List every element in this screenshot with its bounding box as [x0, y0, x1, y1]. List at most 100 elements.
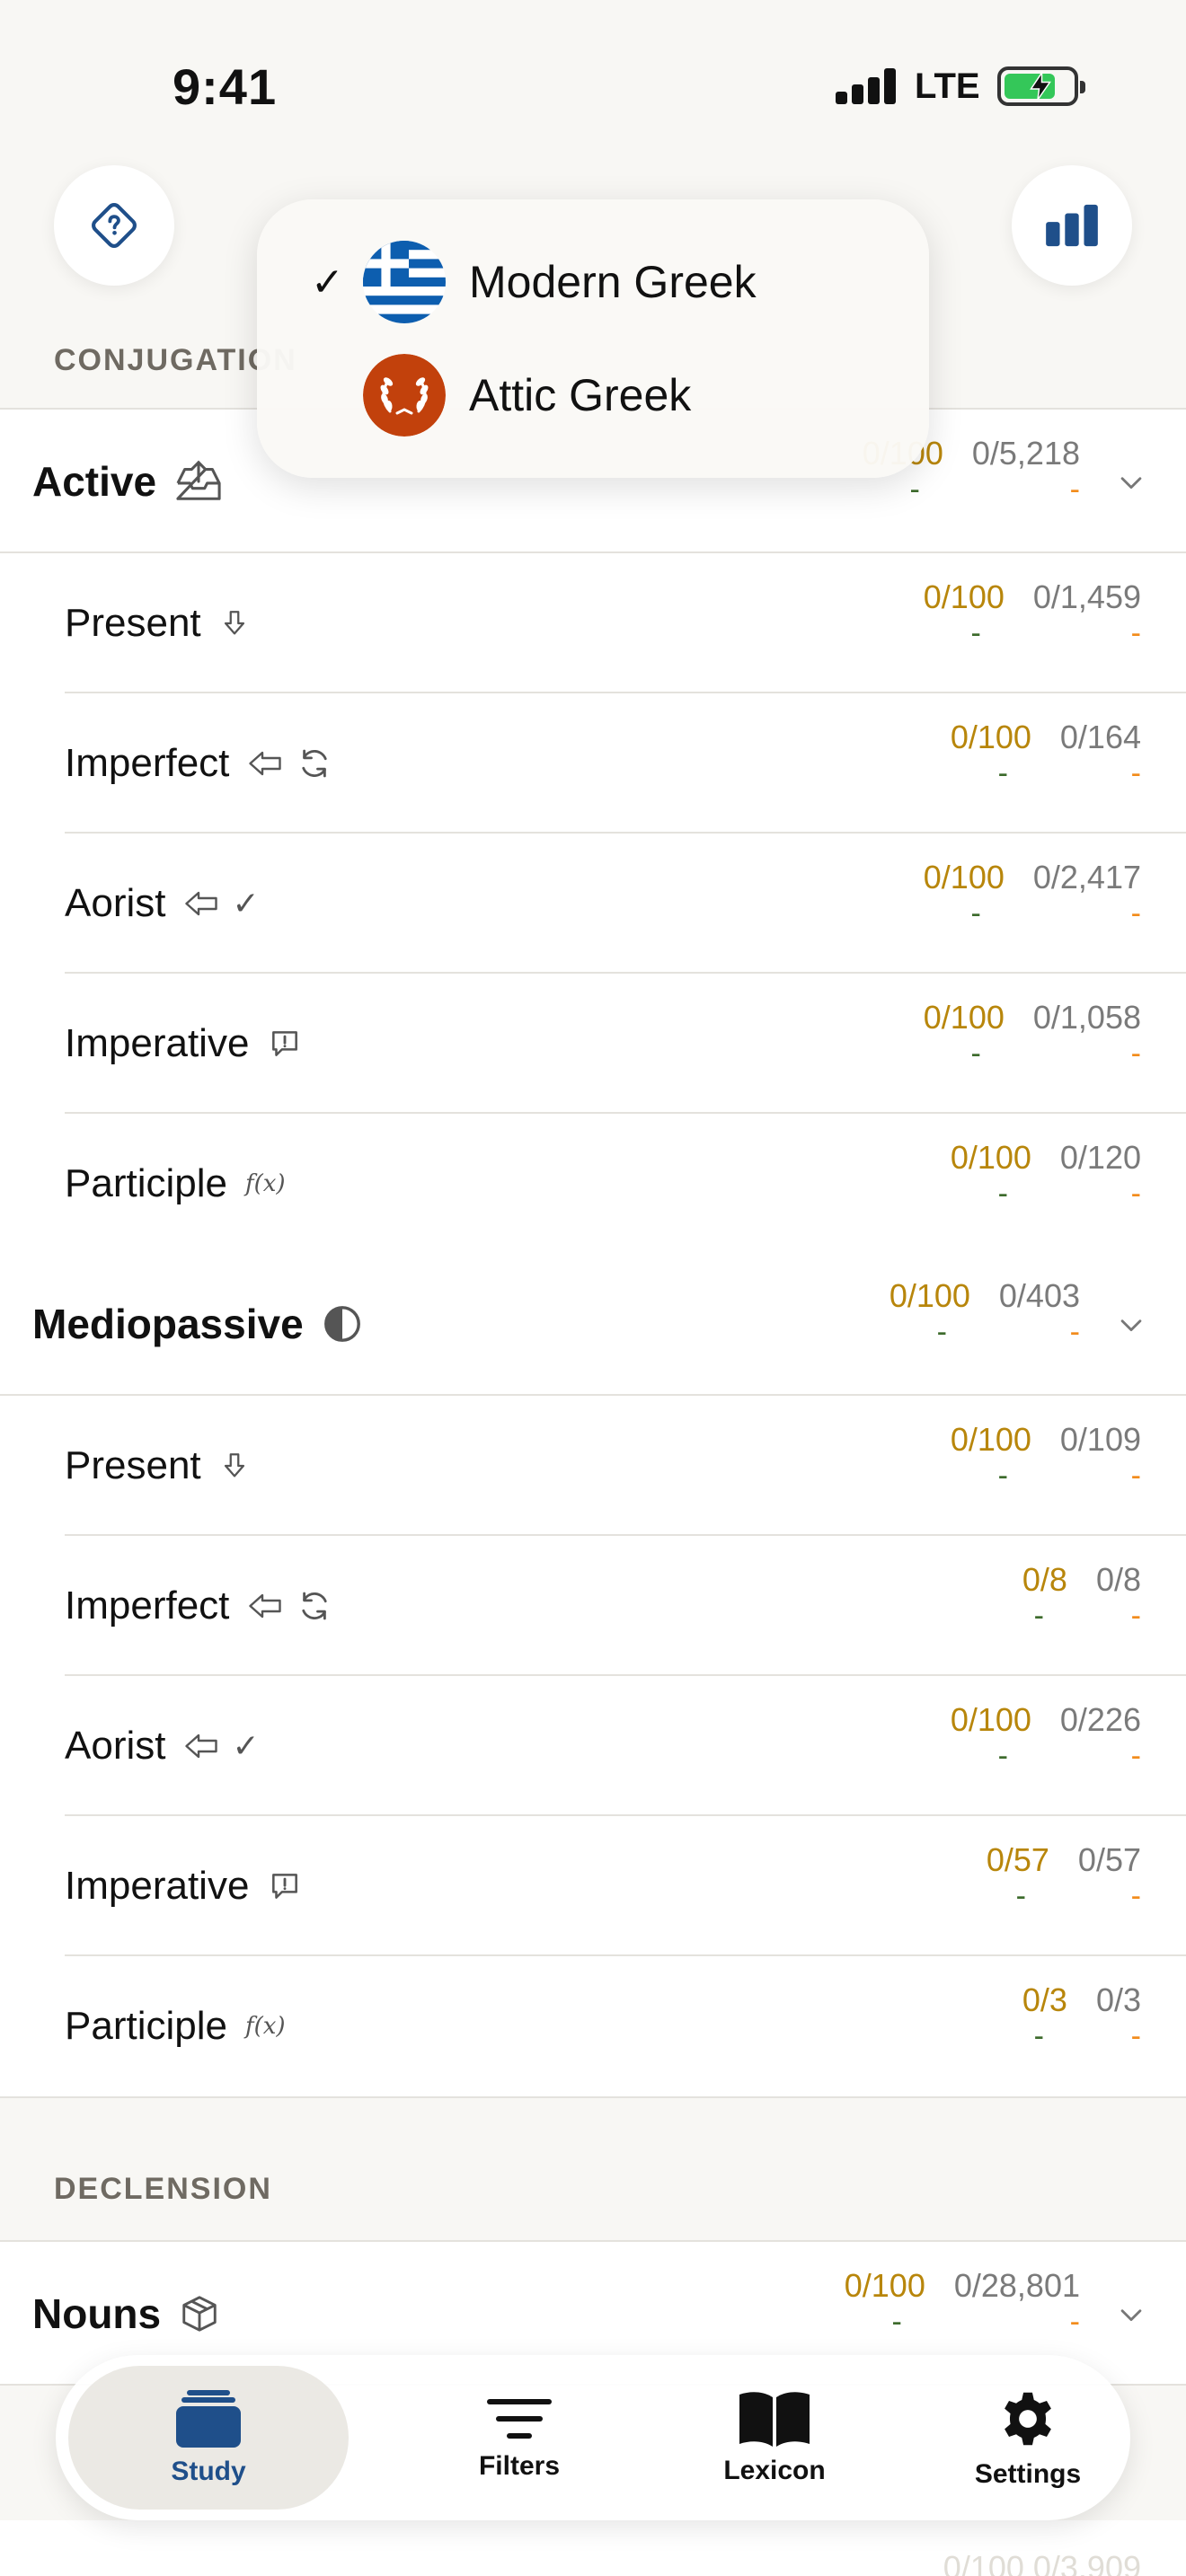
open-book-icon	[739, 2392, 810, 2447]
list-item[interactable]: Present 0/100- 0/109-	[0, 1396, 1186, 1536]
cellular-signal-icon	[836, 68, 898, 104]
tab-study[interactable]: Study	[68, 2366, 349, 2510]
group-label: Active	[32, 458, 157, 505]
list-item[interactable]: Imperfect 0/100- 0/164-	[0, 693, 1186, 834]
status-time: 9:41	[173, 58, 278, 115]
list-item[interactable]: Imperfect 0/8- 0/8-	[0, 1536, 1186, 1676]
row-label: Participle	[65, 1161, 227, 1205]
tab-settings[interactable]: Settings	[893, 2355, 1163, 2520]
stat-total: 0/1,058	[1032, 999, 1141, 1036]
bar-chart-icon	[1046, 204, 1098, 247]
stat-completed: 0/100	[950, 719, 1031, 755]
tab-label: Lexicon	[723, 2456, 826, 2485]
stat-dash: -	[970, 1037, 981, 1071]
stat-total: 0/120	[1059, 1139, 1141, 1176]
stat-total: 0/226	[1059, 1701, 1141, 1738]
row-label: Aorist	[65, 1724, 166, 1768]
arrow-left-icon	[183, 1733, 219, 1760]
list-item[interactable]: Imperative 0/57- 0/57-	[0, 1816, 1186, 1956]
stat-completed: 0/100	[844, 2267, 925, 2304]
stat-total: 0/8	[1095, 1561, 1141, 1598]
half-circle-icon	[322, 1303, 363, 1345]
row-label: Imperfect	[65, 741, 230, 785]
row-label: Imperative	[65, 1021, 250, 1065]
menu-item-modern-greek[interactable]: ✓ Modern Greek	[257, 228, 929, 336]
arrow-down-icon	[219, 1450, 250, 1482]
stat-dash: -	[936, 1315, 947, 1349]
battery-charging-icon	[997, 66, 1085, 106]
stat-dash: -	[1130, 896, 1141, 931]
stat-dash: -	[970, 616, 981, 650]
chevron-down-icon[interactable]	[1116, 467, 1146, 498]
stat-total: 0/2,417	[1032, 859, 1141, 895]
status-bar: 9:41 LTE	[0, 0, 1186, 171]
tab-lexicon[interactable]: Lexicon	[640, 2355, 909, 2520]
stat-dash: -	[1069, 1315, 1080, 1349]
stat-total: 0/3	[1095, 1981, 1141, 2018]
list-item[interactable]: Participle f(x) 0/3- 0/3-	[0, 1956, 1186, 2096]
network-type: LTE	[915, 66, 980, 106]
stat-total: 0/57	[1077, 1841, 1141, 1878]
stat-total: 0/109	[1059, 1421, 1141, 1458]
stat-dash: -	[1130, 756, 1141, 790]
row-label: Aorist	[65, 881, 166, 925]
stat-dash: -	[1069, 2305, 1080, 2339]
row-label: Imperfect	[65, 1584, 230, 1628]
stat-dash: -	[1130, 1599, 1141, 1633]
group-label: Nouns	[32, 2290, 162, 2337]
stat-dash: -	[1130, 616, 1141, 650]
stat-dash: -	[1033, 2019, 1044, 2053]
menu-item-label: Attic Greek	[469, 370, 692, 420]
function-icon: f(x)	[244, 1170, 286, 1197]
gear-icon	[1005, 2392, 1051, 2446]
tab-filters[interactable]: Filters	[385, 2355, 654, 2520]
stat-dash: -	[1015, 1879, 1026, 1913]
stat-dash: -	[970, 896, 981, 931]
row-label: Present	[65, 601, 201, 645]
faded-row-stats: 0/100 0/3,909	[943, 2549, 1141, 2576]
laurel-wreath-icon	[363, 354, 446, 437]
stat-completed: 0/100	[923, 859, 1005, 895]
question-diamond-icon	[92, 203, 137, 248]
stat-dash: -	[909, 472, 920, 507]
stat-total: 0/28,801	[953, 2267, 1080, 2304]
group-label: Mediopassive	[32, 1301, 304, 1347]
stat-dash: -	[1130, 1739, 1141, 1773]
stat-dash: -	[1130, 1879, 1141, 1913]
stat-completed: 0/8	[1022, 1561, 1067, 1598]
tab-label: Filters	[478, 2451, 561, 2481]
stat-dash: -	[997, 1739, 1008, 1773]
list-item[interactable]: Imperative 0/100- 0/1,058-	[0, 974, 1186, 1114]
stat-total: 0/5,218	[971, 435, 1080, 472]
row-label: Present	[65, 1443, 201, 1487]
stat-dash: -	[1033, 1599, 1044, 1633]
tab-bar: Study Filters Lexicon Settings	[56, 2355, 1130, 2520]
stat-dash: -	[997, 756, 1008, 790]
list-item[interactable]: Aorist ✓ 0/100- 0/2,417-	[0, 834, 1186, 974]
stats-button[interactable]	[1012, 165, 1132, 286]
stat-dash: -	[1130, 1177, 1141, 1211]
function-icon: f(x)	[244, 2013, 286, 2040]
chevron-down-icon[interactable]	[1116, 1310, 1146, 1340]
list-item[interactable]: Aorist ✓ 0/100- 0/226-	[0, 1676, 1186, 1816]
stat-dash: -	[997, 1459, 1008, 1493]
language-dropdown-menu: ✓ Modern Greek Attic Greek	[257, 199, 929, 478]
arrow-left-icon	[247, 1592, 283, 1619]
help-button[interactable]	[54, 165, 174, 286]
list-item[interactable]: Participle f(x) 0/100- 0/120-	[0, 1114, 1186, 1254]
checkmark-icon: ✓	[232, 1727, 260, 1764]
tab-label: Study	[171, 2457, 246, 2486]
stat-completed: 0/57	[986, 1841, 1049, 1878]
list-item[interactable]: Present 0/100- 0/1,459-	[0, 553, 1186, 693]
checkmark-icon: ✓	[232, 885, 260, 922]
stat-total: 0/164	[1059, 719, 1141, 755]
menu-item-attic-greek[interactable]: Attic Greek	[257, 341, 929, 449]
chevron-down-icon[interactable]	[1116, 2299, 1146, 2330]
study-cards-icon	[176, 2390, 241, 2448]
exclamation-bubble-icon	[267, 1027, 303, 1061]
row-label: Participle	[65, 2004, 227, 2048]
exclamation-bubble-icon	[267, 1869, 303, 1903]
stat-dash: -	[1130, 1459, 1141, 1493]
stat-completed: 0/100	[889, 1277, 970, 1314]
group-row-mediopassive[interactable]: Mediopassive 0/100- 0/403-	[0, 1252, 1186, 1396]
